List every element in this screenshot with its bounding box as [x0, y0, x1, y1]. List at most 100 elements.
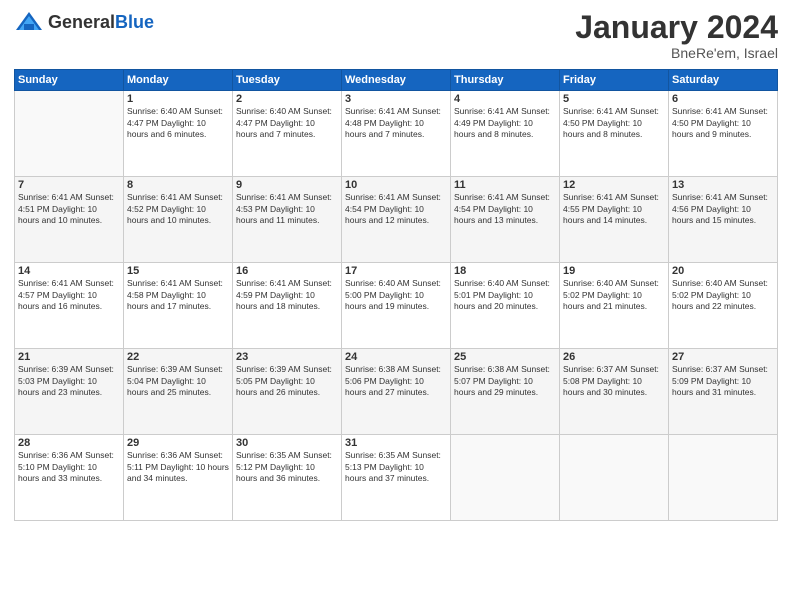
- calendar-header: Sunday Monday Tuesday Wednesday Thursday…: [15, 70, 778, 91]
- table-row: 2Sunrise: 6:40 AM Sunset: 4:47 PM Daylig…: [233, 91, 342, 177]
- day-number: 29: [127, 437, 229, 449]
- table-row: 26Sunrise: 6:37 AM Sunset: 5:08 PM Dayli…: [560, 349, 669, 435]
- day-number: 17: [345, 265, 447, 277]
- day-info: Sunrise: 6:38 AM Sunset: 5:06 PM Dayligh…: [345, 364, 447, 398]
- table-row: 8Sunrise: 6:41 AM Sunset: 4:52 PM Daylig…: [124, 177, 233, 263]
- table-row: 16Sunrise: 6:41 AM Sunset: 4:59 PM Dayli…: [233, 263, 342, 349]
- day-number: 18: [454, 265, 556, 277]
- logo-blue: Blue: [115, 12, 154, 32]
- day-info: Sunrise: 6:41 AM Sunset: 4:48 PM Dayligh…: [345, 106, 447, 140]
- table-row: [560, 435, 669, 521]
- table-row: 27Sunrise: 6:37 AM Sunset: 5:09 PM Dayli…: [669, 349, 778, 435]
- day-number: 30: [236, 437, 338, 449]
- day-number: 31: [345, 437, 447, 449]
- table-row: 29Sunrise: 6:36 AM Sunset: 5:11 PM Dayli…: [124, 435, 233, 521]
- logo-text: GeneralBlue: [48, 12, 154, 33]
- table-row: [669, 435, 778, 521]
- table-row: 6Sunrise: 6:41 AM Sunset: 4:50 PM Daylig…: [669, 91, 778, 177]
- table-row: 5Sunrise: 6:41 AM Sunset: 4:50 PM Daylig…: [560, 91, 669, 177]
- day-number: 27: [672, 351, 774, 363]
- table-row: 1Sunrise: 6:40 AM Sunset: 4:47 PM Daylig…: [124, 91, 233, 177]
- day-info: Sunrise: 6:41 AM Sunset: 4:49 PM Dayligh…: [454, 106, 556, 140]
- table-row: 4Sunrise: 6:41 AM Sunset: 4:49 PM Daylig…: [451, 91, 560, 177]
- day-info: Sunrise: 6:37 AM Sunset: 5:08 PM Dayligh…: [563, 364, 665, 398]
- day-number: 15: [127, 265, 229, 277]
- day-info: Sunrise: 6:39 AM Sunset: 5:03 PM Dayligh…: [18, 364, 120, 398]
- day-info: Sunrise: 6:40 AM Sunset: 5:02 PM Dayligh…: [672, 278, 774, 312]
- header-thursday: Thursday: [451, 70, 560, 91]
- day-number: 25: [454, 351, 556, 363]
- day-info: Sunrise: 6:35 AM Sunset: 5:13 PM Dayligh…: [345, 450, 447, 484]
- title-block: January 2024 BneRe'em, Israel: [575, 10, 778, 61]
- table-row: 24Sunrise: 6:38 AM Sunset: 5:06 PM Dayli…: [342, 349, 451, 435]
- table-row: 14Sunrise: 6:41 AM Sunset: 4:57 PM Dayli…: [15, 263, 124, 349]
- table-row: 19Sunrise: 6:40 AM Sunset: 5:02 PM Dayli…: [560, 263, 669, 349]
- table-row: 21Sunrise: 6:39 AM Sunset: 5:03 PM Dayli…: [15, 349, 124, 435]
- day-number: 6: [672, 93, 774, 105]
- day-number: 20: [672, 265, 774, 277]
- logo-general: General: [48, 12, 115, 32]
- table-row: 25Sunrise: 6:38 AM Sunset: 5:07 PM Dayli…: [451, 349, 560, 435]
- day-number: 10: [345, 179, 447, 191]
- header-saturday: Saturday: [669, 70, 778, 91]
- day-number: 5: [563, 93, 665, 105]
- day-number: 19: [563, 265, 665, 277]
- table-row: 17Sunrise: 6:40 AM Sunset: 5:00 PM Dayli…: [342, 263, 451, 349]
- month-title: January 2024: [575, 10, 778, 45]
- header-tuesday: Tuesday: [233, 70, 342, 91]
- day-info: Sunrise: 6:41 AM Sunset: 4:54 PM Dayligh…: [345, 192, 447, 226]
- header-friday: Friday: [560, 70, 669, 91]
- day-number: 12: [563, 179, 665, 191]
- table-row: 11Sunrise: 6:41 AM Sunset: 4:54 PM Dayli…: [451, 177, 560, 263]
- logo: GeneralBlue: [14, 10, 154, 34]
- day-info: Sunrise: 6:40 AM Sunset: 4:47 PM Dayligh…: [127, 106, 229, 140]
- day-info: Sunrise: 6:41 AM Sunset: 4:59 PM Dayligh…: [236, 278, 338, 312]
- day-info: Sunrise: 6:37 AM Sunset: 5:09 PM Dayligh…: [672, 364, 774, 398]
- table-row: 31Sunrise: 6:35 AM Sunset: 5:13 PM Dayli…: [342, 435, 451, 521]
- day-info: Sunrise: 6:38 AM Sunset: 5:07 PM Dayligh…: [454, 364, 556, 398]
- day-info: Sunrise: 6:36 AM Sunset: 5:10 PM Dayligh…: [18, 450, 120, 484]
- day-info: Sunrise: 6:41 AM Sunset: 4:55 PM Dayligh…: [563, 192, 665, 226]
- day-info: Sunrise: 6:41 AM Sunset: 4:56 PM Dayligh…: [672, 192, 774, 226]
- day-info: Sunrise: 6:41 AM Sunset: 4:52 PM Dayligh…: [127, 192, 229, 226]
- day-number: 4: [454, 93, 556, 105]
- logo-icon: [14, 10, 44, 34]
- day-number: 2: [236, 93, 338, 105]
- day-number: 26: [563, 351, 665, 363]
- header-wednesday: Wednesday: [342, 70, 451, 91]
- calendar-body: 1Sunrise: 6:40 AM Sunset: 4:47 PM Daylig…: [15, 91, 778, 521]
- day-info: Sunrise: 6:41 AM Sunset: 4:51 PM Dayligh…: [18, 192, 120, 226]
- location: BneRe'em, Israel: [575, 45, 778, 61]
- table-row: 10Sunrise: 6:41 AM Sunset: 4:54 PM Dayli…: [342, 177, 451, 263]
- table-row: 3Sunrise: 6:41 AM Sunset: 4:48 PM Daylig…: [342, 91, 451, 177]
- table-row: 18Sunrise: 6:40 AM Sunset: 5:01 PM Dayli…: [451, 263, 560, 349]
- day-number: 16: [236, 265, 338, 277]
- day-number: 14: [18, 265, 120, 277]
- table-row: 13Sunrise: 6:41 AM Sunset: 4:56 PM Dayli…: [669, 177, 778, 263]
- header: GeneralBlue January 2024 BneRe'em, Israe…: [14, 10, 778, 61]
- table-row: 12Sunrise: 6:41 AM Sunset: 4:55 PM Dayli…: [560, 177, 669, 263]
- calendar-table: Sunday Monday Tuesday Wednesday Thursday…: [14, 69, 778, 521]
- calendar-page: GeneralBlue January 2024 BneRe'em, Israe…: [0, 0, 792, 612]
- day-number: 21: [18, 351, 120, 363]
- table-row: 30Sunrise: 6:35 AM Sunset: 5:12 PM Dayli…: [233, 435, 342, 521]
- day-number: 7: [18, 179, 120, 191]
- day-number: 13: [672, 179, 774, 191]
- day-number: 22: [127, 351, 229, 363]
- table-row: [15, 91, 124, 177]
- day-info: Sunrise: 6:35 AM Sunset: 5:12 PM Dayligh…: [236, 450, 338, 484]
- day-info: Sunrise: 6:41 AM Sunset: 4:54 PM Dayligh…: [454, 192, 556, 226]
- day-number: 8: [127, 179, 229, 191]
- day-number: 11: [454, 179, 556, 191]
- day-info: Sunrise: 6:41 AM Sunset: 4:58 PM Dayligh…: [127, 278, 229, 312]
- header-sunday: Sunday: [15, 70, 124, 91]
- day-info: Sunrise: 6:41 AM Sunset: 4:50 PM Dayligh…: [563, 106, 665, 140]
- day-info: Sunrise: 6:40 AM Sunset: 5:00 PM Dayligh…: [345, 278, 447, 312]
- day-info: Sunrise: 6:40 AM Sunset: 5:02 PM Dayligh…: [563, 278, 665, 312]
- day-number: 28: [18, 437, 120, 449]
- day-number: 9: [236, 179, 338, 191]
- table-row: 7Sunrise: 6:41 AM Sunset: 4:51 PM Daylig…: [15, 177, 124, 263]
- day-info: Sunrise: 6:40 AM Sunset: 4:47 PM Dayligh…: [236, 106, 338, 140]
- day-info: Sunrise: 6:41 AM Sunset: 4:50 PM Dayligh…: [672, 106, 774, 140]
- day-number: 23: [236, 351, 338, 363]
